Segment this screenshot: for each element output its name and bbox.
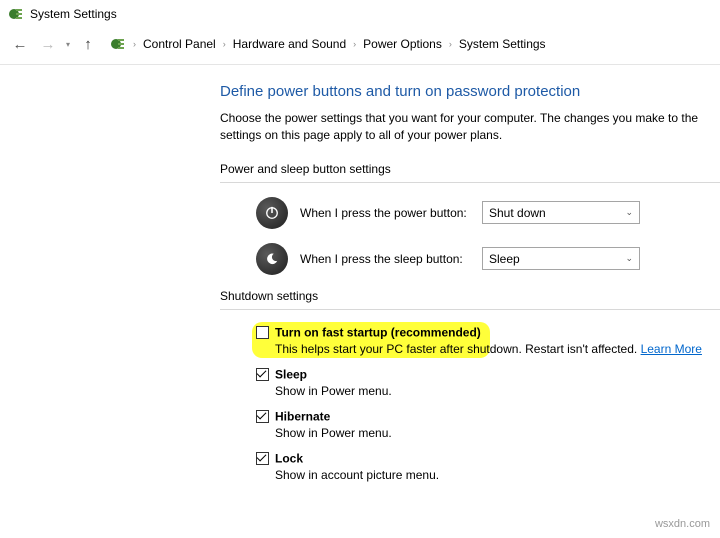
select-value: Sleep	[489, 252, 520, 266]
section-shutdown-label: Shutdown settings	[220, 289, 720, 303]
history-dropdown[interactable]: ▾	[66, 40, 70, 49]
control-panel-icon	[110, 36, 126, 52]
chevron-right-icon: ›	[223, 39, 226, 49]
breadcrumb-item[interactable]: Hardware and Sound	[231, 37, 348, 51]
chevron-right-icon: ›	[449, 39, 452, 49]
power-button-select[interactable]: Shut down ⌄	[482, 201, 640, 224]
power-icon	[256, 197, 288, 229]
section-power-sleep-label: Power and sleep button settings	[220, 162, 720, 176]
option-lock: Lock Show in account picture menu.	[256, 450, 720, 484]
chevron-right-icon: ›	[133, 39, 136, 49]
power-options-icon	[8, 6, 24, 22]
option-description: This helps start your PC faster after sh…	[275, 341, 720, 358]
option-fast-startup: Turn on fast startup (recommended) This …	[256, 324, 720, 358]
option-description: Show in Power menu.	[275, 425, 720, 442]
sleep-button-label: When I press the sleep button:	[300, 252, 470, 266]
window-title: System Settings	[30, 7, 117, 21]
navigation-bar: ← → ▾ ↑ › Control Panel › Hardware and S…	[0, 28, 720, 65]
chevron-down-icon: ⌄	[625, 253, 633, 264]
option-hibernate: Hibernate Show in Power menu.	[256, 408, 720, 442]
page-description: Choose the power settings that you want …	[220, 110, 720, 144]
breadcrumb-item[interactable]: Control Panel	[141, 37, 218, 51]
chevron-down-icon: ⌄	[625, 207, 633, 218]
sleep-button-select[interactable]: Sleep ⌄	[482, 247, 640, 270]
power-button-label: When I press the power button:	[300, 206, 470, 220]
power-button-row: When I press the power button: Shut down…	[220, 197, 720, 229]
arrow-left-icon: ←	[13, 36, 28, 53]
page-title: Define power buttons and turn on passwor…	[220, 83, 720, 100]
breadcrumb-item[interactable]: System Settings	[457, 37, 548, 51]
watermark: wsxdn.com	[655, 518, 710, 530]
option-title: Hibernate	[275, 409, 330, 423]
shutdown-settings-section: Shutdown settings Turn on fast startup (…	[220, 289, 720, 484]
sleep-icon	[256, 243, 288, 275]
option-title: Turn on fast startup (recommended)	[275, 325, 481, 339]
option-description: Show in Power menu.	[275, 383, 720, 400]
option-sleep: Sleep Show in Power menu.	[256, 366, 720, 400]
checkbox-hibernate[interactable]	[256, 410, 269, 423]
arrow-right-icon: →	[41, 36, 56, 53]
option-description: Show in account picture menu.	[275, 467, 720, 484]
main-content: Define power buttons and turn on passwor…	[0, 65, 720, 484]
back-button[interactable]: ←	[8, 32, 32, 56]
option-title: Sleep	[275, 367, 307, 381]
window-titlebar: System Settings	[0, 0, 720, 28]
select-value: Shut down	[489, 206, 546, 220]
option-title: Lock	[275, 451, 303, 465]
chevron-right-icon: ›	[353, 39, 356, 49]
checkbox-sleep[interactable]	[256, 368, 269, 381]
divider	[220, 182, 720, 183]
checkbox-fast-startup[interactable]	[256, 326, 269, 339]
breadcrumb-item[interactable]: Power Options	[361, 37, 444, 51]
arrow-up-icon: ↑	[84, 36, 92, 53]
up-button[interactable]: ↑	[76, 32, 100, 56]
sleep-button-row: When I press the sleep button: Sleep ⌄	[220, 243, 720, 275]
divider	[220, 309, 720, 310]
breadcrumb: › Control Panel › Hardware and Sound › P…	[110, 36, 548, 52]
checkbox-lock[interactable]	[256, 452, 269, 465]
desc-text: This helps start your PC faster after sh…	[275, 342, 641, 356]
forward-button[interactable]: →	[36, 32, 60, 56]
learn-more-link[interactable]: Learn More	[641, 342, 702, 356]
